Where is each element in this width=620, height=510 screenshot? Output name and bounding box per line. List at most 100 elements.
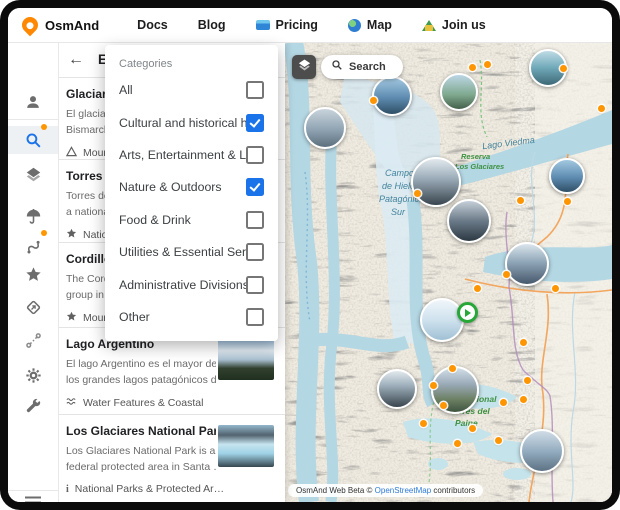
sidebar-item-tracks[interactable]	[8, 231, 58, 261]
poi-dot[interactable]	[473, 284, 481, 292]
gear-icon	[24, 366, 43, 385]
photo-marker[interactable]	[447, 199, 491, 243]
poi-dot[interactable]	[413, 189, 421, 197]
photo-marker[interactable]	[440, 73, 478, 111]
poi-dot[interactable]	[559, 64, 567, 72]
photo-marker[interactable]	[520, 429, 564, 473]
star-icon	[24, 265, 43, 284]
option-food[interactable]: Food & Drink	[105, 204, 278, 236]
map-canvas[interactable]: Lago Viedma Campo de Hielo Patagónico Su…	[285, 42, 612, 502]
sidebar-item-weather[interactable]	[8, 201, 58, 231]
poi-dot[interactable]	[494, 436, 502, 444]
poi-dot[interactable]	[516, 196, 524, 204]
sidebar-item-navigation[interactable]	[8, 292, 58, 322]
hamburger-icon	[24, 496, 42, 502]
waves-icon	[66, 396, 77, 410]
app-window: OsmAnd Docs Blog Pricing Map Join us ← G…	[8, 8, 612, 502]
map-markers	[285, 42, 612, 502]
checkbox[interactable]	[246, 113, 264, 132]
photo-marker[interactable]	[505, 242, 549, 286]
photo-marker[interactable]	[431, 366, 479, 414]
sidebar-item-tools[interactable]	[8, 391, 58, 421]
map-search-icon	[331, 58, 343, 76]
option-cultural[interactable]: Cultural and historical he…	[105, 106, 278, 138]
map-layers-button[interactable]	[292, 55, 316, 79]
wrench-icon	[24, 397, 43, 416]
explore-card-los-glaciares[interactable]: Los Glaciares National Park Los Glaciare…	[58, 415, 285, 499]
osmand-logo[interactable]: OsmAnd	[18, 13, 100, 37]
sidebar-item-profile[interactable]	[8, 87, 58, 117]
poi-dot[interactable]	[563, 197, 571, 205]
photo-marker[interactable]	[420, 298, 464, 342]
card-photo-thumbnail	[218, 425, 274, 467]
sidebar-item-layers[interactable]	[8, 159, 58, 189]
nav-join-us[interactable]: Join us	[421, 18, 486, 32]
info-icon: i	[66, 483, 69, 495]
poi-dot[interactable]	[419, 419, 427, 427]
option-utilities[interactable]: Utilities & Essential Servi…	[105, 236, 278, 268]
poi-dot[interactable]	[523, 376, 531, 384]
checkbox[interactable]	[246, 243, 264, 262]
back-arrow-icon[interactable]: ←	[68, 51, 84, 69]
checkbox[interactable]	[246, 145, 264, 164]
photo-marker[interactable]	[549, 158, 585, 194]
nav-docs[interactable]: Docs	[137, 18, 168, 32]
poi-dot[interactable]	[439, 401, 447, 409]
poi-dot[interactable]	[551, 284, 559, 292]
map-layers-icon	[297, 57, 312, 77]
checkbox[interactable]	[246, 275, 264, 294]
openstreetmap-link[interactable]: OpenStreetMap	[375, 486, 431, 495]
nav-blog[interactable]: Blog	[198, 18, 226, 32]
explore-card-lago-argentino[interactable]: Lago Argentino El lago Argentino es el m…	[58, 328, 285, 415]
umbrella-icon	[24, 207, 43, 226]
search-icon	[24, 131, 43, 150]
poi-dot[interactable]	[502, 270, 510, 278]
checkbox[interactable]	[246, 178, 264, 197]
sidebar-item-plan-route[interactable]	[8, 325, 58, 355]
map-search-button[interactable]: Search	[321, 55, 403, 79]
poi-dot[interactable]	[597, 104, 605, 112]
checkbox[interactable]	[246, 210, 264, 229]
globe-icon	[347, 18, 361, 32]
poi-dot[interactable]	[499, 398, 507, 406]
nav-map[interactable]: Map	[347, 18, 392, 32]
search-badge	[41, 124, 47, 130]
photo-marker[interactable]	[372, 76, 412, 116]
option-nature[interactable]: Nature & Outdoors	[105, 171, 278, 203]
poi-dot[interactable]	[453, 439, 461, 447]
tracks-badge	[41, 230, 47, 236]
plan-route-icon	[24, 331, 43, 350]
track-play-marker[interactable]	[457, 302, 478, 323]
sidebar-rail: Menu	[8, 42, 59, 502]
poi-dot[interactable]	[468, 63, 476, 71]
menu-button[interactable]: Menu	[8, 496, 58, 502]
poi-dot[interactable]	[429, 381, 437, 389]
poi-dot[interactable]	[468, 424, 476, 432]
sidebar-item-search[interactable]	[8, 125, 58, 155]
poi-dot[interactable]	[519, 338, 527, 346]
photo-marker[interactable]	[377, 369, 417, 409]
checkbox[interactable]	[246, 307, 264, 326]
photo-marker[interactable]	[304, 107, 346, 149]
logo-text: OsmAnd	[45, 17, 100, 33]
option-arts[interactable]: Arts, Entertainment & Lei…	[105, 139, 278, 171]
option-admin[interactable]: Administrative Divisions	[105, 268, 278, 300]
map-search-label: Search	[349, 61, 386, 73]
option-all[interactable]: All	[105, 74, 278, 106]
poi-dot[interactable]	[483, 60, 491, 68]
navigation-icon	[24, 298, 43, 317]
option-other[interactable]: Other	[105, 301, 278, 333]
rail-divider	[8, 490, 58, 491]
card-photo-thumbnail	[218, 338, 274, 380]
poi-dot[interactable]	[369, 96, 377, 104]
sidebar-item-settings[interactable]	[8, 360, 58, 390]
checkbox[interactable]	[246, 81, 264, 100]
photo-marker[interactable]	[411, 157, 461, 207]
nav-pricing[interactable]: Pricing	[255, 18, 318, 32]
layers-icon	[24, 165, 43, 184]
sidebar-item-favorites[interactable]	[8, 259, 58, 289]
poi-dot[interactable]	[519, 395, 527, 403]
join-us-icon	[421, 19, 436, 31]
map-attribution: OsmAnd Web Beta © OpenStreetMap contribu…	[288, 484, 484, 497]
poi-dot[interactable]	[448, 364, 456, 372]
